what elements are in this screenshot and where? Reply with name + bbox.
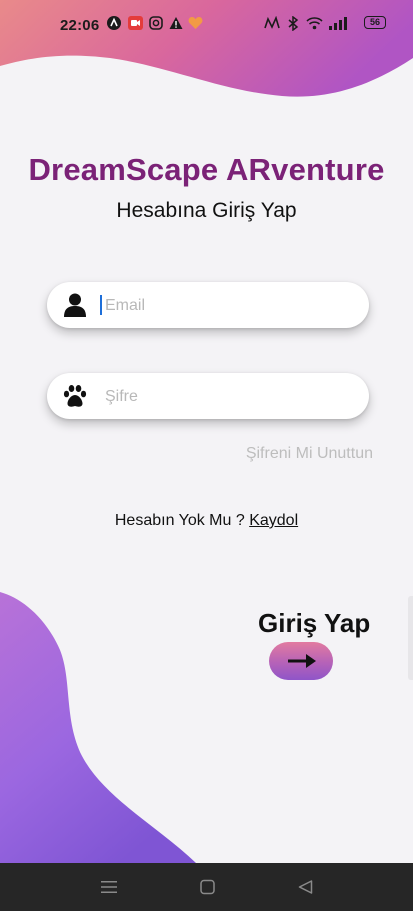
password-input[interactable] xyxy=(103,381,357,413)
paw-icon xyxy=(63,385,87,407)
battery-level: 56 xyxy=(369,17,380,27)
status-bar: 22:06 56 xyxy=(0,0,413,50)
signup-link[interactable]: Kaydol xyxy=(249,512,298,529)
signal-icon xyxy=(329,17,347,30)
home-square-icon[interactable] xyxy=(200,879,215,895)
edge-panel-handle[interactable] xyxy=(408,596,413,680)
app-title: DreamScape ARventure xyxy=(28,152,385,187)
bluetooth-icon xyxy=(288,16,299,31)
login-label: Giriş Yap xyxy=(258,608,371,638)
menu-icon[interactable] xyxy=(101,879,117,895)
login-subtitle: Hesabına Giriş Yap xyxy=(116,199,297,222)
wifi-icon xyxy=(306,17,323,30)
back-triangle-icon[interactable] xyxy=(298,879,313,895)
navigation-bar xyxy=(0,863,413,911)
email-input[interactable] xyxy=(103,290,357,322)
text-caret xyxy=(100,295,102,315)
password-field[interactable] xyxy=(47,373,369,419)
user-icon xyxy=(64,293,86,317)
a-icon xyxy=(107,16,121,30)
instagram-icon xyxy=(149,16,163,30)
warning-icon xyxy=(169,17,183,29)
forgot-password-link[interactable]: Şifreni Mi Unuttun xyxy=(246,445,373,463)
email-field[interactable] xyxy=(47,282,369,328)
bottom-gradient-wave xyxy=(0,592,196,865)
login-button[interactable] xyxy=(269,642,333,680)
arrow-right-icon xyxy=(288,654,316,668)
status-time: 22:06 xyxy=(60,17,100,34)
heart-icon xyxy=(188,17,203,29)
battery-icon: 56 xyxy=(364,16,386,29)
nfc-icon xyxy=(264,16,280,29)
signup-row: Hesabın Yok Mu ? Kaydol xyxy=(0,512,413,530)
no-account-text: Hesabın Yok Mu ? xyxy=(114,512,245,529)
video-icon xyxy=(128,16,143,30)
